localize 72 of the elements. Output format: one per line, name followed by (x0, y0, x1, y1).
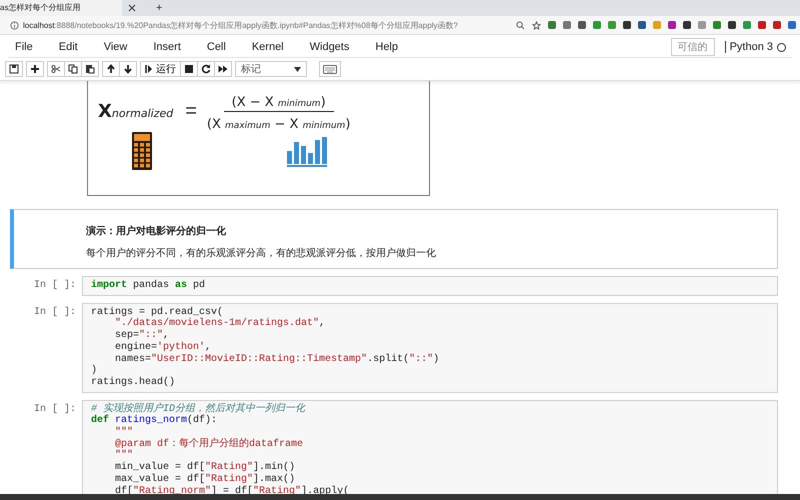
info-icon[interactable] (10, 20, 19, 30)
new-tab-button[interactable]: + (156, 2, 162, 14)
menu-item[interactable]: Widgets (310, 41, 350, 53)
browser-tab[interactable]: as怎样对每个分组应用 (0, 0, 122, 16)
paste-icon (85, 64, 95, 74)
menu-item[interactable]: Insert (153, 41, 181, 53)
kernel-status-icon (777, 42, 786, 52)
code-line: "./datas/movielens-1m/ratings.dat", (114, 318, 326, 330)
code-input[interactable]: ratings = pd.read_csv( "./datas/movielens-1m/ratings.dat", sep="::", engine='python', names="UserID::MovieID::Rating::Timestamp".split("::") ) ratings.head() (82, 302, 778, 393)
caret-icon (294, 66, 301, 72)
menu-item[interactable]: Kernel (252, 41, 284, 53)
code-line: ) (91, 365, 98, 376)
move-up-button[interactable] (102, 61, 120, 77)
cell-type-dropdown[interactable]: 标记 (235, 61, 307, 77)
cell-heading: 演示：用户对电影评分的归一化 (86, 224, 227, 238)
formula-denominator: (X maximum − X minimum) (206, 116, 350, 132)
code-line: ratings.head() (91, 376, 176, 389)
save-icon (9, 64, 19, 74)
menu-item[interactable]: Help (375, 41, 398, 53)
bar-chart-icon (287, 137, 329, 167)
kernel-name: Python 3 (724, 41, 773, 53)
markdown-cell[interactable]: 演示：用户对电影评分的归一化 每个用户的评分不同，有的乐观派评分高，有的悲观派评分低，按用户做归一化 (10, 209, 778, 269)
arrow-down-icon (123, 64, 133, 74)
input-prompt: In [ ]: (34, 280, 76, 291)
code-line: """ (114, 450, 134, 462)
copy-button[interactable] (64, 61, 82, 77)
star-icon[interactable] (532, 20, 541, 30)
scissors-icon (51, 64, 61, 74)
restart-button[interactable] (197, 61, 215, 77)
paste-button[interactable] (81, 61, 99, 77)
keyboard-button[interactable] (319, 61, 341, 77)
stop-button[interactable] (180, 61, 198, 77)
arrow-up-icon (106, 64, 116, 74)
code-input[interactable]: import pandas as pd (82, 276, 778, 296)
menu-item[interactable]: File (15, 41, 33, 53)
cut-button[interactable] (47, 61, 65, 77)
keyboard-icon (323, 64, 337, 74)
run-all-button[interactable] (214, 61, 232, 77)
code-line: """ (114, 427, 134, 438)
cell-text: 每个用户的评分不同，有的乐观派评分高，有的悲观派评分低，按用户做归一化 (86, 246, 437, 260)
step-forward-icon (145, 64, 153, 74)
copy-icon (68, 64, 78, 74)
formula-numerator: (X − X minimum) (224, 91, 334, 112)
close-icon[interactable] (128, 4, 136, 12)
move-down-button[interactable] (119, 61, 137, 77)
input-prompt: In [ ]: (34, 404, 76, 415)
code-line: import pandas as pd (91, 280, 206, 292)
code-line: @param df：每个用户分组的dataframe (114, 438, 304, 450)
code-line: engine='python', (114, 342, 212, 354)
formula-lhs: Xnormalized (98, 101, 174, 122)
fast-forward-icon (218, 64, 228, 74)
plus-icon (30, 64, 40, 74)
menu-item[interactable]: Edit (58, 41, 78, 53)
code-line: names="UserID::MovieID::Rating::Timestamp".split("::") (114, 354, 440, 366)
code-line: # 实现按照用户ID分组，然后对其中一列归一化 (91, 404, 306, 415)
menu-item[interactable]: View (104, 41, 128, 53)
save-button[interactable] (5, 61, 23, 77)
code-line: ratings = pd.read_csv( (91, 306, 224, 318)
code-line: min_value = df["Rating"].min() (114, 462, 296, 474)
calculator-icon (132, 132, 152, 170)
run-button[interactable]: 运行 (140, 61, 181, 77)
add-cell-button[interactable] (26, 61, 44, 77)
zoom-icon[interactable] (516, 20, 525, 30)
input-prompt: In [ ]: (34, 306, 76, 318)
code-line: sep="::", (114, 330, 170, 342)
trusted-badge[interactable]: 可信的 (670, 38, 715, 56)
refresh-icon (201, 64, 211, 74)
menu-item[interactable]: Cell (206, 41, 226, 53)
code-line: max_value = df["Rating"].max() (114, 474, 296, 486)
stop-icon (184, 64, 194, 74)
code-line: def ratings_norm(df): (91, 415, 218, 426)
equals-sign: = (185, 100, 197, 123)
